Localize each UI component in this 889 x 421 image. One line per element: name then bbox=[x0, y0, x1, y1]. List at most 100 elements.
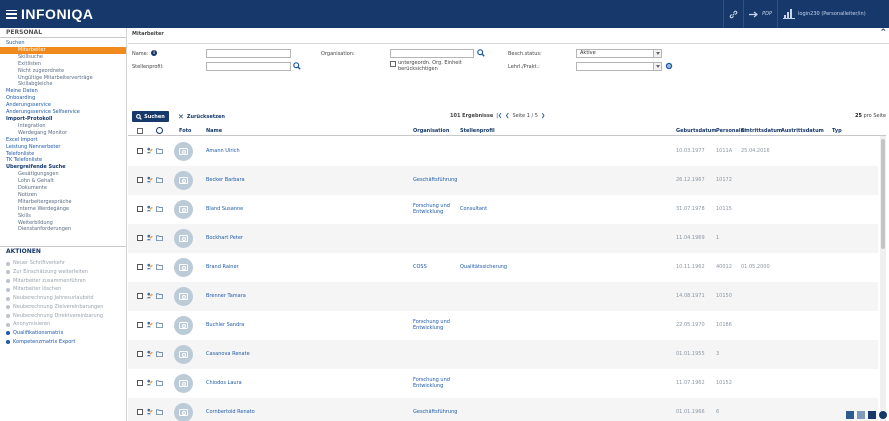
sidebar-item[interactable]: Änderungsservice bbox=[0, 102, 126, 109]
action-item[interactable]: Anonymisieren bbox=[0, 320, 126, 329]
folder-icon[interactable] bbox=[156, 235, 163, 241]
user-edit-icon[interactable] bbox=[146, 408, 153, 415]
organisation-search-icon[interactable] bbox=[477, 49, 485, 57]
sidebar-item[interactable]: Import-Protokoll bbox=[0, 116, 126, 123]
table-row[interactable]: Buchler Sandra Forschung und Entwicklung 2… bbox=[128, 311, 878, 340]
untergeordnete-checkbox[interactable] bbox=[390, 61, 396, 67]
print-icon[interactable] bbox=[868, 411, 876, 419]
lehre-select[interactable] bbox=[576, 62, 662, 71]
link-icon[interactable] bbox=[723, 0, 743, 28]
stellenprofil-search-icon[interactable] bbox=[293, 62, 301, 70]
sidebar-item[interactable]: Leistung Nennerbeter bbox=[0, 144, 126, 151]
folder-icon[interactable] bbox=[156, 380, 163, 386]
table-row[interactable]: Bland Susanne Forschung und Entwicklung Co… bbox=[128, 195, 878, 224]
table-row[interactable]: Casanova Renate 01.01.1955 3 bbox=[128, 340, 878, 369]
sidebar-item[interactable]: Werdegang Monitor bbox=[0, 130, 126, 137]
action-item[interactable]: Mitarbeiter zusammenführen bbox=[0, 277, 126, 286]
scrollbar-thumb[interactable] bbox=[881, 139, 885, 249]
sidebar-item[interactable]: Integration bbox=[0, 123, 126, 130]
cell-name[interactable]: Casanova Renate bbox=[206, 351, 250, 358]
action-item[interactable]: Neuberechnung Jahresurlaubstd bbox=[0, 294, 126, 303]
cell-name[interactable]: Becker Barbara bbox=[206, 177, 245, 184]
row-checkbox[interactable] bbox=[137, 234, 143, 241]
col-stellenprofil[interactable]: Stellenprofil bbox=[460, 128, 495, 134]
folder-icon[interactable] bbox=[156, 409, 163, 415]
menu-icon[interactable] bbox=[6, 9, 17, 19]
user-edit-icon[interactable] bbox=[146, 205, 153, 212]
refresh-icon[interactable] bbox=[879, 411, 887, 419]
table-row[interactable]: Becker Barbara Geschäftsführung 26.12.1967… bbox=[128, 166, 878, 195]
cell-name[interactable]: Amann Ulrich bbox=[206, 148, 240, 155]
sidebar-item[interactable]: Onboarding bbox=[0, 95, 126, 102]
vertical-scrollbar[interactable] bbox=[880, 136, 886, 421]
folder-icon[interactable] bbox=[156, 264, 163, 270]
sidebar-item[interactable]: Weiterbildung bbox=[0, 220, 126, 227]
col-geburtsdatum[interactable]: Geburtsdatum bbox=[676, 128, 717, 134]
settings-icon[interactable] bbox=[156, 127, 163, 134]
sidebar-item[interactable]: Mitarbeiter bbox=[0, 46, 126, 54]
action-item[interactable]: Qualifikationsmatrix bbox=[0, 329, 126, 338]
sidebar-item[interactable]: Nicht zugeordnete bbox=[0, 68, 126, 75]
excel-export-icon[interactable] bbox=[846, 411, 854, 419]
sidebar-item[interactable]: Gesätigungsgen bbox=[0, 171, 126, 178]
action-item[interactable]: Zur Einschätzung weiterleiten bbox=[0, 268, 126, 277]
cell-name[interactable]: Bockhart Peter bbox=[206, 235, 243, 242]
col-eintritt[interactable]: Eintrittsdatum bbox=[741, 128, 782, 134]
row-checkbox[interactable] bbox=[137, 205, 143, 212]
action-item[interactable]: Neuberechnung Direktvereinbarung bbox=[0, 312, 126, 321]
row-checkbox[interactable] bbox=[137, 292, 143, 299]
cell-name[interactable]: Cornbertold Renato bbox=[206, 409, 255, 416]
name-input[interactable] bbox=[206, 49, 291, 58]
per-page-select[interactable]: 25 pro Seite bbox=[855, 113, 886, 119]
col-organisation[interactable]: Organisation bbox=[413, 128, 449, 134]
sidebar-item[interactable]: Notizen bbox=[0, 192, 126, 199]
row-checkbox[interactable] bbox=[137, 147, 143, 154]
user-edit-icon[interactable] bbox=[146, 263, 153, 270]
sidebar-item[interactable]: TK Telefonliste bbox=[0, 157, 126, 164]
table-row[interactable]: Cornbertold Renato Geschäftsführung 01.01.… bbox=[128, 398, 878, 421]
cell-name[interactable]: Bland Susanne bbox=[206, 206, 243, 213]
sidebar-item[interactable]: Meine Daten bbox=[0, 88, 126, 95]
table-row[interactable]: Amann Ulrich 10.03.1977 1011A 25.04.2016 bbox=[128, 137, 878, 166]
folder-icon[interactable] bbox=[156, 148, 163, 154]
sidebar-item[interactable]: Dienstanforderungen bbox=[0, 226, 126, 233]
col-austritt[interactable]: Austrittsdatum bbox=[781, 128, 824, 134]
collapse-up-icon[interactable]: ⌃ bbox=[879, 29, 887, 38]
app-logo[interactable]: INFONIQA bbox=[0, 0, 93, 28]
first-page-icon[interactable]: |❮ bbox=[496, 113, 502, 119]
action-item[interactable]: Mitarbeiter löschen bbox=[0, 285, 126, 294]
organisation-input[interactable] bbox=[390, 49, 474, 58]
col-name[interactable]: Name bbox=[206, 128, 222, 134]
reset-button[interactable]: ✕ Zurücksetzen bbox=[178, 111, 225, 122]
sidebar-item[interactable]: Dokumente bbox=[0, 185, 126, 192]
table-row[interactable]: Brenner Tamara 14.08.1971 10150 bbox=[128, 282, 878, 311]
row-checkbox[interactable] bbox=[137, 263, 143, 270]
user-edit-icon[interactable] bbox=[146, 321, 153, 328]
csv-export-icon[interactable] bbox=[857, 411, 865, 419]
user-edit-icon[interactable] bbox=[146, 292, 153, 299]
row-checkbox[interactable] bbox=[137, 350, 143, 357]
settings-icon[interactable] bbox=[665, 62, 673, 70]
sidebar-item[interactable]: Mitarbeitergespräche bbox=[0, 199, 126, 206]
sidebar-item[interactable]: Skills bbox=[0, 213, 126, 220]
sidebar-item[interactable]: Exitlisten bbox=[0, 61, 126, 68]
sidebar-item[interactable]: Änderungsservice Selfservice bbox=[0, 109, 126, 116]
sidebar-item[interactable]: Übergreifende Suche bbox=[0, 164, 126, 171]
sidebar-item[interactable]: Excel Import bbox=[0, 137, 126, 144]
folder-icon[interactable] bbox=[156, 322, 163, 328]
col-foto[interactable]: Foto bbox=[179, 128, 191, 134]
sidebar-item[interactable]: Skillabgleiche bbox=[0, 81, 126, 88]
action-item[interactable]: Kompetenzmatrix Export bbox=[0, 338, 126, 347]
cell-name[interactable]: Chiodos Laura bbox=[206, 380, 242, 387]
sidebar-item[interactable]: Lohn & Gehalt bbox=[0, 178, 126, 185]
sidebar-item[interactable]: Interne Werdegänge bbox=[0, 206, 126, 213]
table-row[interactable]: Bockhart Peter 11.04.1969 1 bbox=[128, 224, 878, 253]
folder-icon[interactable] bbox=[156, 177, 163, 183]
sidebar-item[interactable]: Ungültige Mitarbeiterverträge bbox=[0, 75, 126, 82]
user-edit-icon[interactable] bbox=[146, 147, 153, 154]
folder-icon[interactable] bbox=[156, 206, 163, 212]
pdp-link[interactable]: PDP bbox=[743, 0, 777, 28]
row-checkbox[interactable] bbox=[137, 408, 143, 415]
col-typ[interactable]: Typ bbox=[832, 128, 842, 134]
cell-name[interactable]: Brand Rainer bbox=[206, 264, 239, 271]
